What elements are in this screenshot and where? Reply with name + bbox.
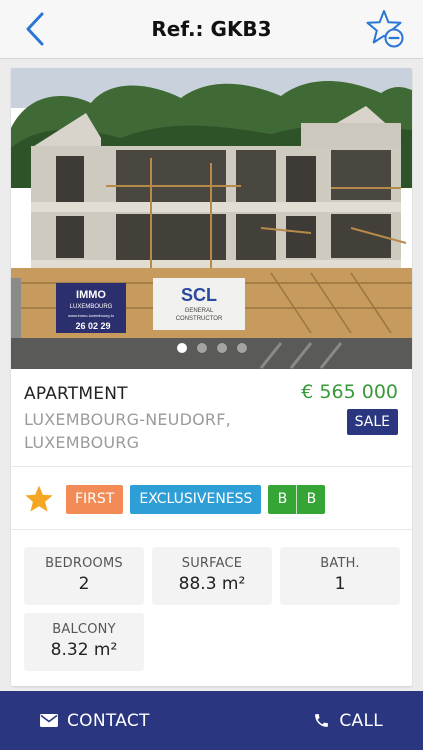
property-price: € 565 000 — [301, 381, 398, 403]
call-label: CALL — [339, 710, 383, 731]
sign-scl-line2: CONSTRUCTOR — [176, 316, 223, 322]
sign-immo-phone: 26 02 29 — [75, 321, 110, 331]
stat-label: SURFACE — [181, 556, 243, 571]
contact-label: CONTACT — [67, 710, 150, 731]
stat-bedrooms: BEDROOMS 2 — [24, 547, 144, 605]
call-button[interactable]: CALL — [313, 691, 383, 750]
energy-class: B — [268, 484, 297, 514]
stat-bathrooms: BATH. 1 — [280, 547, 400, 605]
sign-immo-title: IMMO — [76, 289, 106, 301]
sign-scl-letters: SCL — [181, 285, 217, 305]
navigation-bar: Ref.: GKB3 — [0, 0, 423, 59]
divider — [11, 529, 412, 530]
pagination-dot[interactable] — [236, 343, 247, 353]
phone-icon — [315, 714, 329, 727]
pagination-dot[interactable] — [216, 343, 227, 353]
star-minus-icon[interactable] — [365, 9, 405, 49]
page-title: Ref.: GKB3 — [151, 17, 272, 41]
photo-pagination[interactable] — [11, 343, 412, 353]
contact-button[interactable]: CONTACT — [40, 691, 150, 750]
tag-first: FIRST — [66, 484, 124, 514]
tags-row: FIRST EXCLUSIVENESS B B — [24, 484, 326, 514]
thermal-class: B — [296, 484, 326, 514]
stat-balcony: BALCONY 8.32 m² — [24, 613, 144, 671]
envelope-icon — [40, 714, 58, 727]
sale-badge: SALE — [346, 409, 398, 435]
bottom-action-bar: CONTACT CALL — [0, 691, 423, 750]
sign-immo-url: www.immo-luxembourg.lu — [68, 313, 114, 318]
sign-immo-subtitle: LUXEMBOURG — [70, 304, 113, 310]
pagination-dot[interactable] — [196, 343, 207, 353]
property-photo[interactable]: IMMO LUXEMBOURG www.immo-luxembourg.lu 2… — [11, 68, 412, 369]
stat-surface: SURFACE 88.3 m² — [152, 547, 272, 605]
stat-label: BATH. — [320, 556, 360, 571]
stat-value: 8.32 m² — [50, 640, 118, 660]
stat-value: 1 — [334, 574, 346, 594]
stat-value: 88.3 m² — [178, 574, 246, 594]
property-location: LUXEMBOURG-NEUDORF, LUXEMBOURG — [24, 410, 231, 452]
energy-rating: B B — [268, 484, 326, 514]
stat-label: BALCONY — [52, 622, 116, 637]
property-type: APARTMENT — [24, 384, 128, 404]
sign-scl-line1: GENERAL — [185, 308, 214, 314]
star-icon — [25, 485, 53, 512]
tag-exclusiveness: EXCLUSIVENESS — [130, 484, 262, 514]
pagination-dot[interactable] — [176, 343, 187, 353]
listing-card: IMMO LUXEMBOURG www.immo-luxembourg.lu 2… — [11, 68, 412, 686]
divider — [11, 466, 412, 467]
stat-value: 2 — [78, 574, 90, 594]
stat-label: BEDROOMS — [45, 556, 123, 571]
